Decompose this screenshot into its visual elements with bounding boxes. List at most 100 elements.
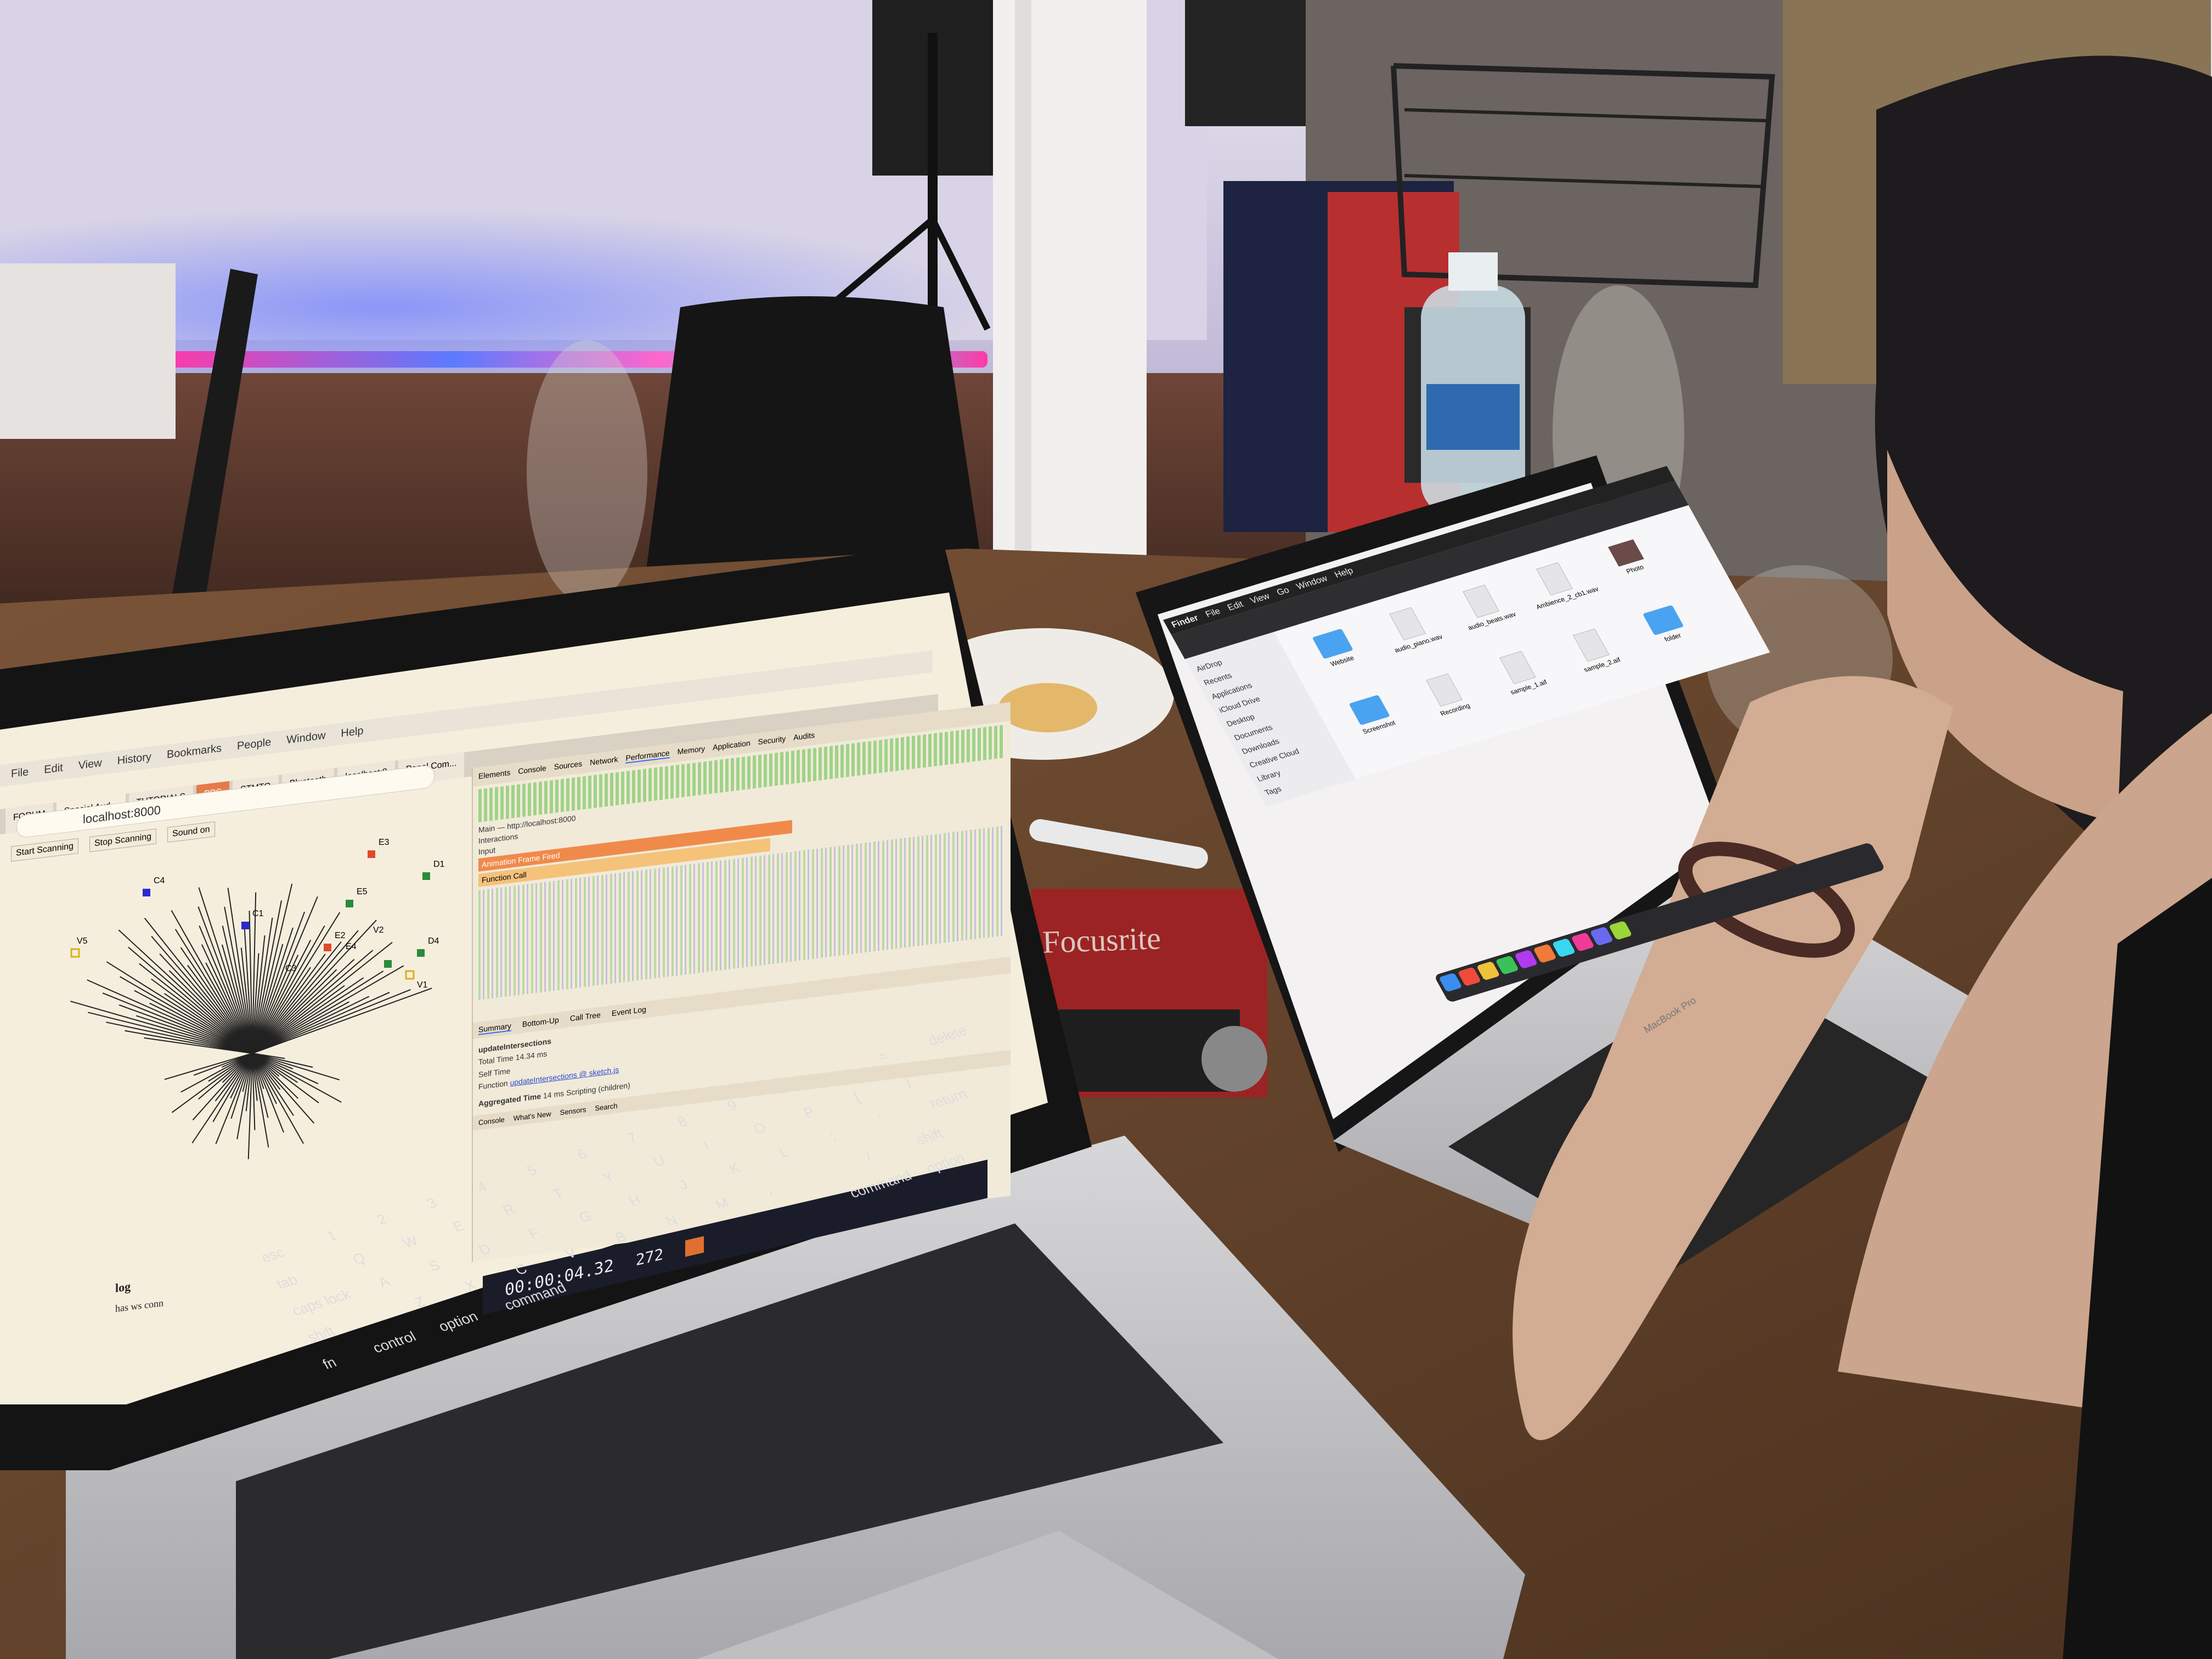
key[interactable]: O xyxy=(750,1109,800,1138)
menu-help[interactable]: Help xyxy=(1333,566,1355,580)
key[interactable]: B xyxy=(612,1217,662,1246)
devtools-tab-security[interactable]: Security xyxy=(758,734,786,747)
key[interactable]: C xyxy=(512,1250,562,1278)
menu-help[interactable]: Help xyxy=(341,725,363,740)
tab-bottom-up[interactable]: Bottom-Up xyxy=(522,1015,559,1030)
key[interactable]: ] xyxy=(900,1060,951,1089)
ray-visualization: E3 D1 C4 C1 E5 E2 V2 E4 D4 V5 C3 V1 xyxy=(70,838,445,1159)
devtools-tab-network[interactable]: Network xyxy=(590,755,618,768)
key[interactable]: M xyxy=(712,1185,763,1214)
folder-icon xyxy=(1312,628,1353,659)
menu-file[interactable]: File xyxy=(1204,607,1223,620)
dock-app-icon[interactable] xyxy=(1457,967,1482,986)
key[interactable]: V xyxy=(562,1234,612,1262)
key-fn[interactable]: fn xyxy=(319,1344,370,1373)
key[interactable]: , xyxy=(762,1169,812,1197)
dock-app-icon[interactable] xyxy=(1476,961,1500,981)
key[interactable]: K xyxy=(726,1149,776,1177)
key-command[interactable]: command xyxy=(501,1277,577,1314)
dock-app-icon[interactable] xyxy=(1514,949,1538,969)
key[interactable]: X xyxy=(462,1266,512,1295)
audio-file-icon xyxy=(1572,628,1610,662)
key[interactable]: P xyxy=(800,1093,851,1121)
menu-go[interactable]: Go xyxy=(1275,586,1291,598)
key[interactable]: W xyxy=(399,1223,450,1251)
key[interactable]: . xyxy=(812,1152,863,1181)
key[interactable]: G xyxy=(575,1198,626,1226)
file-item[interactable]: Photo xyxy=(1592,534,1678,603)
dock-app-icon[interactable] xyxy=(1589,926,1614,946)
drawer-tab-search[interactable]: Search xyxy=(595,1102,617,1113)
menu-edit[interactable]: Edit xyxy=(1226,600,1245,613)
file-item[interactable]: Recording xyxy=(1408,668,1494,737)
devtools-tab-sources[interactable]: Sources xyxy=(554,759,582,772)
node-label: E4 xyxy=(346,942,357,951)
key[interactable]: N xyxy=(662,1201,713,1229)
key[interactable]: J xyxy=(676,1165,726,1193)
menu-edit[interactable]: Edit xyxy=(44,761,63,776)
key-tab[interactable]: tab xyxy=(273,1256,349,1293)
node-label: C3 xyxy=(285,964,297,973)
tab-event-log[interactable]: Event Log xyxy=(612,1005,646,1019)
key[interactable]: I xyxy=(700,1125,751,1154)
drawer-tab-sensors[interactable]: Sensors xyxy=(560,1105,586,1117)
menu-view[interactable]: View xyxy=(78,757,102,772)
menu-history[interactable]: History xyxy=(117,751,151,768)
file-item[interactable]: Screenshot xyxy=(1335,690,1421,759)
key[interactable]: [ xyxy=(850,1076,901,1105)
devtools-tab-elements[interactable]: Elements xyxy=(478,768,510,782)
drawer-tab-whats-new[interactable]: What's New xyxy=(514,1109,551,1122)
key[interactable]: D xyxy=(476,1230,526,1259)
devtools-tab-application[interactable]: Application xyxy=(713,738,751,753)
key[interactable]: / xyxy=(862,1136,913,1165)
key[interactable]: F xyxy=(526,1214,576,1242)
key[interactable]: Y xyxy=(600,1158,650,1187)
key-option[interactable]: option xyxy=(436,1301,501,1335)
dock-app-icon[interactable] xyxy=(1438,972,1463,992)
tab-call-tree[interactable]: Call Tree xyxy=(570,1010,601,1024)
devtools-tab-audits[interactable]: Audits xyxy=(793,731,815,743)
key-return[interactable]: return xyxy=(926,1077,997,1113)
focusrite-logo: Focusrite xyxy=(1041,920,1161,960)
key-command[interactable]: command xyxy=(847,1165,923,1202)
key-option[interactable]: option xyxy=(923,1143,989,1177)
key[interactable]: \ xyxy=(951,1044,1001,1073)
dock-app-icon[interactable] xyxy=(1608,921,1633,940)
file-item[interactable]: Website xyxy=(1298,624,1384,693)
key[interactable]: U xyxy=(650,1142,701,1170)
key[interactable]: L xyxy=(776,1132,827,1161)
dock-app-icon[interactable] xyxy=(1571,932,1595,952)
key[interactable]: Q xyxy=(349,1239,400,1268)
key[interactable]: A xyxy=(375,1262,426,1291)
devtools-tab-performance[interactable]: Performance xyxy=(625,748,670,764)
file-item[interactable]: audio_piano.wav xyxy=(1372,602,1458,671)
key-control[interactable]: control xyxy=(370,1323,436,1356)
tab-summary[interactable]: Summary xyxy=(478,1021,511,1035)
key[interactable]: T xyxy=(550,1174,600,1203)
node-marker xyxy=(417,949,425,957)
dock-app-icon[interactable] xyxy=(1533,944,1557,963)
key[interactable]: Z xyxy=(411,1283,462,1311)
dock-app-icon[interactable] xyxy=(1495,955,1519,975)
file-item[interactable]: audio_beats.wav xyxy=(1445,579,1531,648)
menu-bookmarks[interactable]: Bookmarks xyxy=(167,742,222,761)
devtools-tab-console[interactable]: Console xyxy=(518,764,546,777)
menu-view[interactable]: View xyxy=(1249,591,1272,606)
key[interactable]: S xyxy=(425,1246,476,1275)
menu-window[interactable]: Window xyxy=(286,730,325,747)
menu-people[interactable]: People xyxy=(237,736,271,753)
key[interactable]: R xyxy=(500,1190,550,1219)
devtools-tab-memory[interactable]: Memory xyxy=(678,744,706,757)
key[interactable]: ; xyxy=(826,1116,877,1144)
drawer-tab-console[interactable]: Console xyxy=(478,1115,505,1127)
node-label: E5 xyxy=(357,887,368,896)
file-item[interactable]: folder xyxy=(1628,601,1714,670)
key[interactable]: E xyxy=(450,1207,500,1235)
file-item[interactable]: Ambience_2_cb1.wav xyxy=(1518,557,1604,626)
key[interactable]: H xyxy=(626,1181,676,1210)
key[interactable]: ' xyxy=(876,1100,927,1128)
menu-file[interactable]: File xyxy=(11,766,29,781)
file-item[interactable]: sample_2.aif xyxy=(1555,623,1641,692)
dock-app-icon[interactable] xyxy=(1551,938,1576,958)
file-item[interactable]: sample_1.aif xyxy=(1481,646,1567,715)
